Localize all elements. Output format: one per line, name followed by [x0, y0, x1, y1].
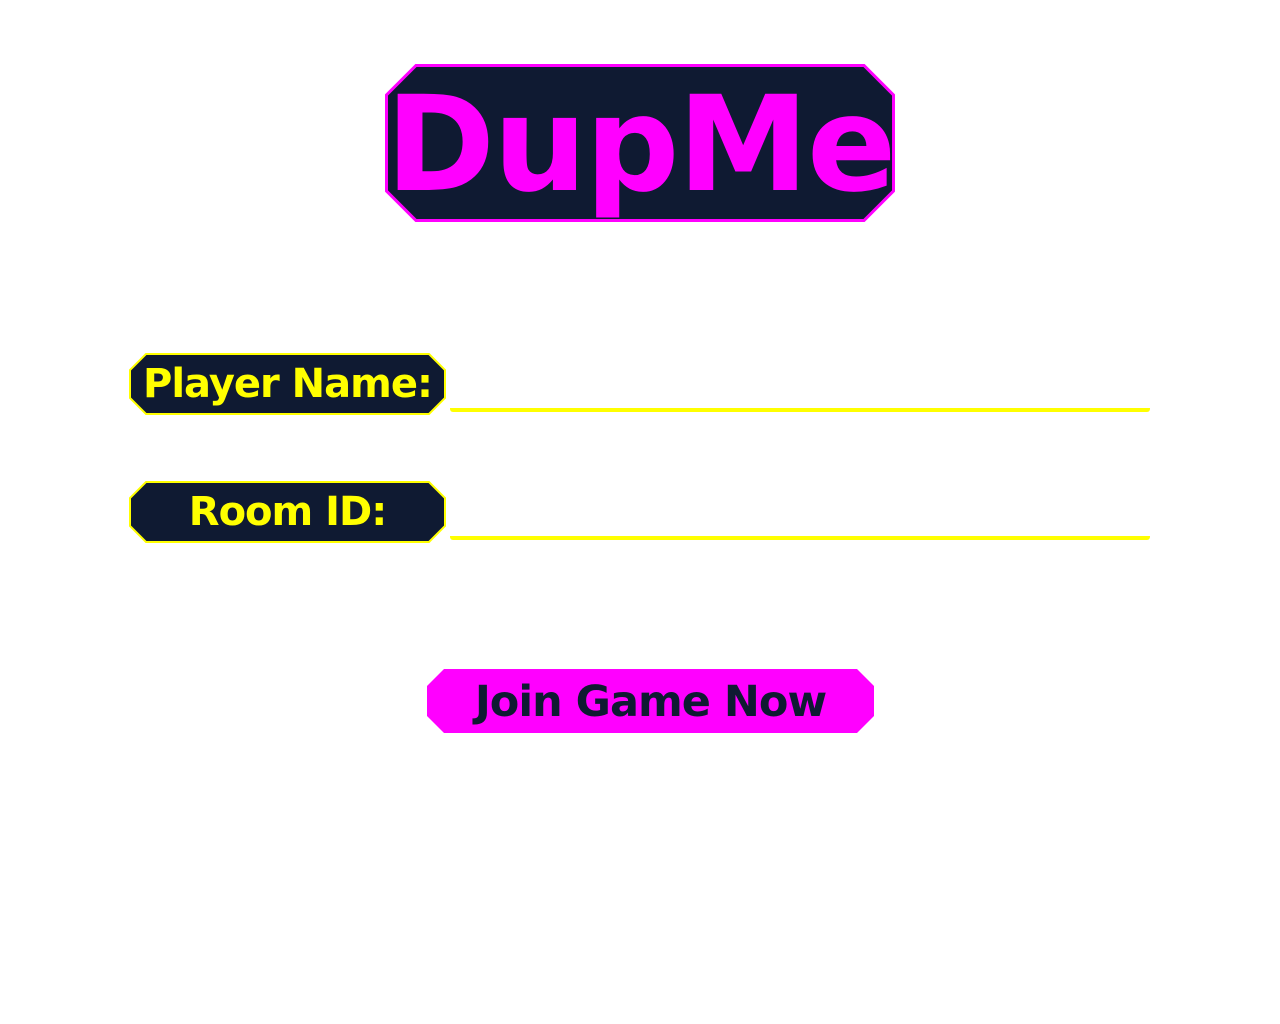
player-name-label-badge: Player Name: — [129, 353, 446, 415]
join-game-button-label: Join Game Now — [474, 677, 827, 727]
app-title: DupMe — [385, 68, 897, 222]
player-name-input[interactable] — [450, 356, 1150, 412]
room-id-label-badge: Room ID: — [129, 481, 446, 543]
room-id-label: Room ID: — [188, 489, 387, 535]
join-game-button[interactable]: Join Game Now — [427, 669, 874, 733]
title-banner: DupMe — [385, 64, 897, 222]
room-id-input[interactable] — [450, 484, 1150, 540]
player-name-label: Player Name: — [143, 361, 433, 407]
